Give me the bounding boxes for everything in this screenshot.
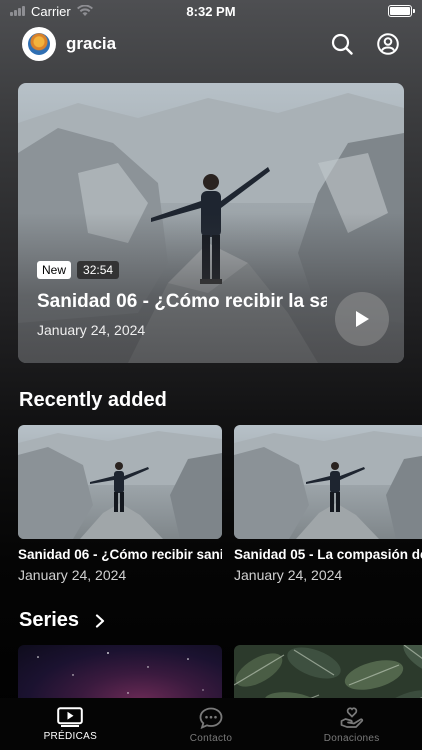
- recent-item-date: January 24, 2024: [18, 567, 127, 583]
- app-logo[interactable]: [22, 27, 56, 61]
- tab-predicas[interactable]: PRÉDICAS: [0, 698, 141, 750]
- recently-added-label: Recently added: [19, 389, 167, 411]
- tab-contacto[interactable]: Contacto: [141, 698, 282, 750]
- recent-item-thumbnail: [18, 425, 222, 539]
- play-button[interactable]: [335, 292, 389, 346]
- recent-item-date: January 24, 2024: [234, 567, 343, 583]
- tab-label: Donaciones: [323, 733, 380, 744]
- tab-donaciones[interactable]: Donaciones: [281, 698, 422, 750]
- recent-item-card[interactable]: Sanidad 05 - La compasión de Dios Januar…: [234, 425, 422, 583]
- app-name: gracia: [66, 34, 117, 53]
- carrier-label: Carrier: [31, 3, 71, 19]
- hand-heart-icon: [340, 707, 363, 728]
- recent-item-title: Sanidad 05 - La compasión de Dios: [234, 547, 422, 562]
- tab-label: Contacto: [189, 733, 233, 744]
- app-screen: Carrier 8:32 PM gracia New 32:54 Sanidad…: [0, 0, 422, 750]
- recent-item-thumbnail: [234, 425, 422, 539]
- recent-item-card[interactable]: Sanidad 06 - ¿Cómo recibir sanidad? Janu…: [18, 425, 222, 583]
- duration-badge: 32:54: [77, 261, 120, 279]
- tab-label: PRÉDICAS: [43, 731, 98, 742]
- featured-title: Sanidad 06 - ¿Cómo recibir la sanidad?: [37, 291, 327, 312]
- video-play-icon: [57, 707, 84, 727]
- new-badge: New: [37, 261, 72, 279]
- battery-icon: [388, 5, 415, 17]
- chevron-right-icon: [95, 613, 105, 628]
- featured-date: January 24, 2024: [37, 322, 146, 338]
- status-bar: Carrier 8:32 PM: [0, 0, 422, 22]
- recently-added-heading: Recently added: [19, 389, 167, 412]
- search-icon[interactable]: [330, 32, 354, 56]
- tab-bar: PRÉDICAS Contacto Donaciones: [0, 698, 422, 750]
- chat-bubble-icon: [199, 707, 223, 729]
- series-label: Series: [19, 609, 80, 631]
- signal-icon: [10, 6, 25, 16]
- account-icon[interactable]: [376, 32, 400, 56]
- wifi-icon: [76, 5, 93, 16]
- recent-item-title: Sanidad 06 - ¿Cómo recibir sanidad?: [18, 547, 222, 562]
- series-heading[interactable]: Series: [19, 609, 105, 632]
- featured-sermon-card[interactable]: New 32:54 Sanidad 06 - ¿Cómo recibir la …: [18, 83, 404, 363]
- play-icon: [356, 311, 369, 327]
- header-actions: [330, 32, 400, 56]
- app-header: gracia: [0, 24, 422, 64]
- featured-badges: New 32:54: [37, 261, 120, 279]
- status-left: Carrier: [10, 4, 93, 19]
